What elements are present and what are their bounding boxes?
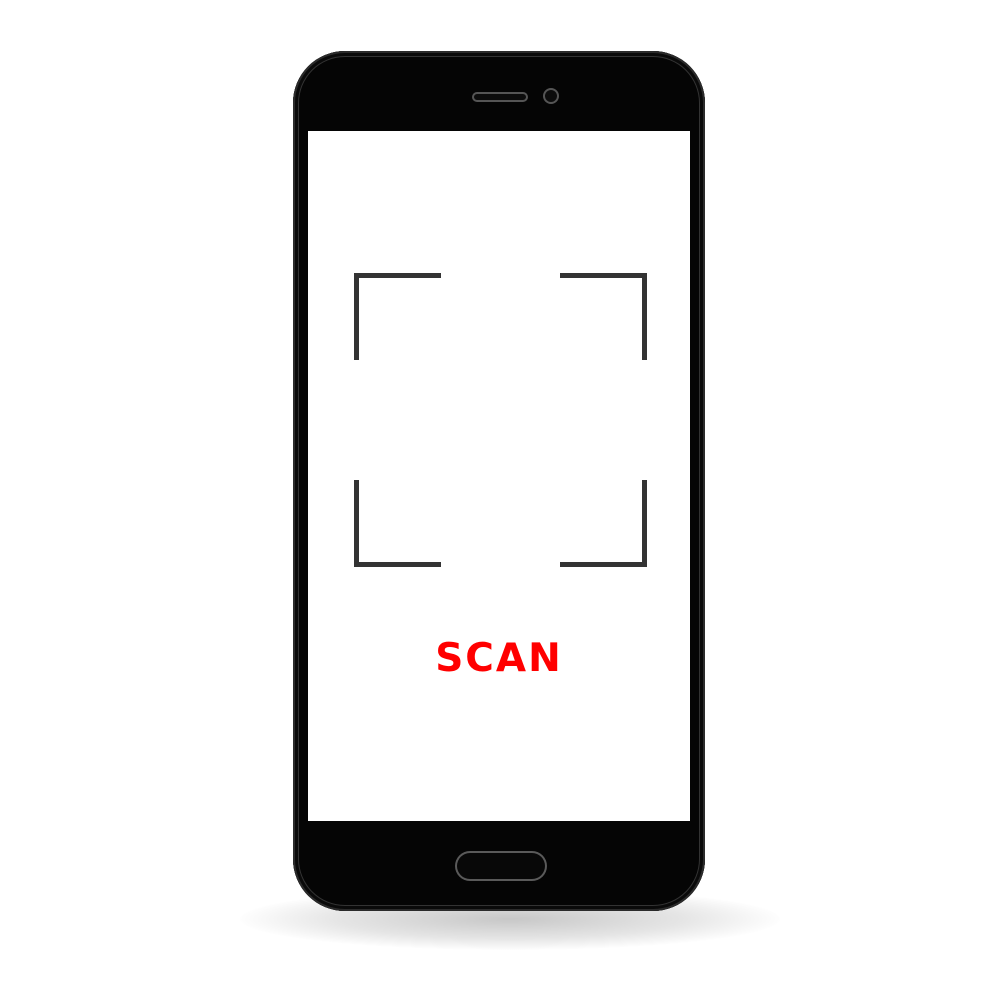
scan-frame-corner-bottom-left	[354, 480, 441, 567]
illustration-canvas: SCAN	[0, 0, 1000, 988]
scan-frame-corner-bottom-right	[560, 480, 647, 567]
earpiece-icon	[472, 92, 528, 102]
smartphone: SCAN	[293, 51, 705, 911]
scan-frame-corner-top-right	[560, 273, 647, 360]
phone-screen: SCAN	[308, 131, 690, 821]
front-camera-icon	[543, 88, 559, 104]
home-button[interactable]	[455, 851, 547, 881]
scan-frame-corner-top-left	[354, 273, 441, 360]
scan-button-label[interactable]: SCAN	[308, 636, 690, 682]
